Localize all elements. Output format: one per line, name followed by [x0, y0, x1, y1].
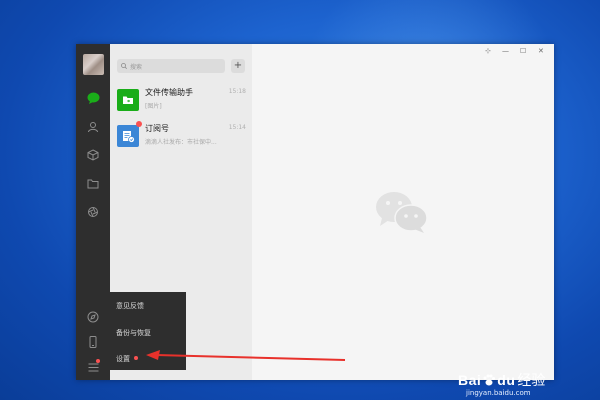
paw-icon	[483, 374, 496, 386]
watermark-cn: 经验	[517, 372, 546, 388]
watermark-brand-2: du	[497, 372, 516, 388]
baidu-watermark: Bai du 经验	[458, 370, 545, 390]
watermark-url: jingyan.baidu.com	[466, 389, 531, 397]
annotation-arrow	[146, 350, 346, 361]
watermark-brand: Bai	[458, 372, 482, 388]
